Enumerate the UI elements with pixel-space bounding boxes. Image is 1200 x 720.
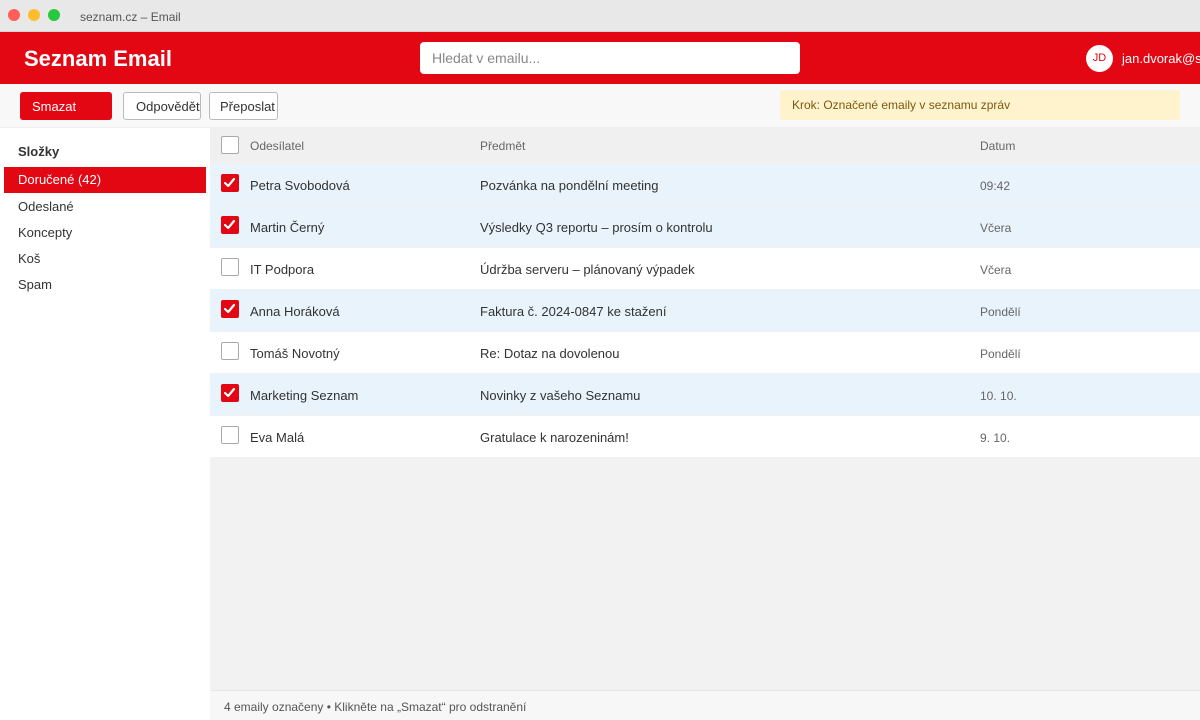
column-header-date[interactable]: Datum bbox=[980, 139, 1015, 153]
row-subject: Novinky z vašeho Seznamu bbox=[480, 388, 641, 403]
row-subject: Údržba serveru – plánovaný výpadek bbox=[480, 262, 695, 277]
app-header: Seznam Email JD jan.dvorak@seznam.cz bbox=[0, 32, 1200, 84]
row-subject: Pozvánka na pondělní meeting bbox=[480, 178, 659, 193]
search-input[interactable] bbox=[420, 42, 800, 74]
maximize-window-button[interactable] bbox=[48, 9, 60, 21]
row-checkbox[interactable] bbox=[221, 174, 239, 192]
reply-button[interactable]: Odpovědět bbox=[123, 92, 201, 120]
checkmark-icon bbox=[223, 177, 236, 188]
row-checkbox[interactable] bbox=[221, 258, 239, 276]
row-subject: Re: Dotaz na dovolenou bbox=[480, 346, 620, 361]
delete-button[interactable]: Smazat bbox=[20, 92, 112, 120]
row-sender: Tomáš Novotný bbox=[250, 346, 340, 361]
table-row[interactable]: Eva Malá Gratulace k narozeninám! 9. 10. bbox=[210, 416, 1200, 458]
row-checkbox[interactable] bbox=[221, 342, 239, 360]
sidebar-item-trash[interactable]: Koš bbox=[4, 246, 206, 272]
list-header: Odesílatel Předmět Datum bbox=[210, 128, 1200, 164]
checkmark-icon bbox=[223, 219, 236, 230]
table-row[interactable]: Tomáš Novotný Re: Dotaz na dovolenou Pondě… bbox=[210, 332, 1200, 374]
minimize-window-button[interactable] bbox=[28, 9, 40, 21]
row-date: Včera bbox=[980, 221, 1012, 235]
sidebar-item-inbox[interactable]: Doručené (42) bbox=[4, 167, 206, 193]
folder-sidebar: Složky Doručené (42) Odeslané Koncepty K… bbox=[0, 128, 210, 720]
forward-button[interactable]: Přeposlat bbox=[209, 92, 278, 120]
column-header-subject[interactable]: Předmět bbox=[480, 139, 525, 153]
sidebar-item-drafts[interactable]: Koncepty bbox=[4, 220, 206, 246]
sidebar-item-spam[interactable]: Spam bbox=[4, 272, 206, 298]
email-list: Odesílatel Předmět Datum Petra Svobodová… bbox=[210, 128, 1200, 720]
row-date: Pondělí bbox=[980, 347, 1021, 361]
window-titlebar: seznam.cz – Email bbox=[0, 0, 1200, 32]
toolbar: Smazat Odpovědět Přeposlat Krok: Označen… bbox=[0, 84, 1200, 128]
row-subject: Výsledky Q3 reportu – prosím o kontrolu bbox=[480, 220, 713, 235]
row-date: 09:42 bbox=[980, 179, 1011, 193]
window-title: seznam.cz – Email bbox=[80, 10, 181, 24]
row-date: 10. 10. bbox=[980, 389, 1017, 403]
table-row[interactable]: Petra Svobodová Pozvánka na pondělní meet… bbox=[210, 164, 1200, 206]
row-checkbox[interactable] bbox=[221, 384, 239, 402]
row-sender: Anna Horáková bbox=[250, 304, 340, 319]
row-date: Včera bbox=[980, 263, 1012, 277]
select-all-checkbox[interactable] bbox=[221, 136, 239, 154]
row-subject: Faktura č. 2024-0847 ke stažení bbox=[480, 304, 667, 319]
table-row[interactable]: Martin Černý Výsledky Q3 reportu – prosím… bbox=[210, 206, 1200, 248]
checkmark-icon bbox=[223, 387, 236, 398]
row-sender: Martin Černý bbox=[250, 220, 325, 235]
row-date: Pondělí bbox=[980, 305, 1021, 319]
step-hint-banner: Krok: Označené emaily v seznamu zpráv bbox=[780, 90, 1180, 120]
row-sender: Petra Svobodová bbox=[250, 178, 350, 193]
folders-heading: Složky bbox=[18, 144, 60, 159]
row-checkbox[interactable] bbox=[221, 426, 239, 444]
row-date: 9. 10. bbox=[980, 431, 1011, 445]
status-bar: 4 emaily označeny • Klikněte na „Smazat“… bbox=[210, 690, 1200, 720]
row-subject: Gratulace k narozeninám! bbox=[480, 430, 629, 445]
status-text: 4 emaily označeny • Klikněte na „Smazat“… bbox=[224, 700, 527, 714]
brand-logo[interactable]: Seznam Email bbox=[24, 46, 172, 72]
row-checkbox[interactable] bbox=[221, 300, 239, 318]
checkmark-icon bbox=[223, 303, 236, 314]
table-row[interactable]: IT Podpora Údržba serveru – plánovaný výp… bbox=[210, 248, 1200, 290]
row-sender: IT Podpora bbox=[250, 262, 315, 277]
table-row[interactable]: Marketing Seznam Novinky z vašeho Seznamu… bbox=[210, 374, 1200, 416]
row-sender: Eva Malá bbox=[250, 430, 305, 445]
row-sender: Marketing Seznam bbox=[250, 388, 359, 403]
sidebar-item-sent[interactable]: Odeslané bbox=[4, 194, 206, 220]
column-header-sender[interactable]: Odesílatel bbox=[250, 139, 304, 153]
row-checkbox[interactable] bbox=[221, 216, 239, 234]
avatar[interactable]: JD bbox=[1086, 45, 1113, 72]
table-row[interactable]: Anna Horáková Faktura č. 2024-0847 ke sta… bbox=[210, 290, 1200, 332]
user-email[interactable]: jan.dvorak@seznam.cz bbox=[1122, 51, 1200, 66]
close-window-button[interactable] bbox=[8, 9, 20, 21]
